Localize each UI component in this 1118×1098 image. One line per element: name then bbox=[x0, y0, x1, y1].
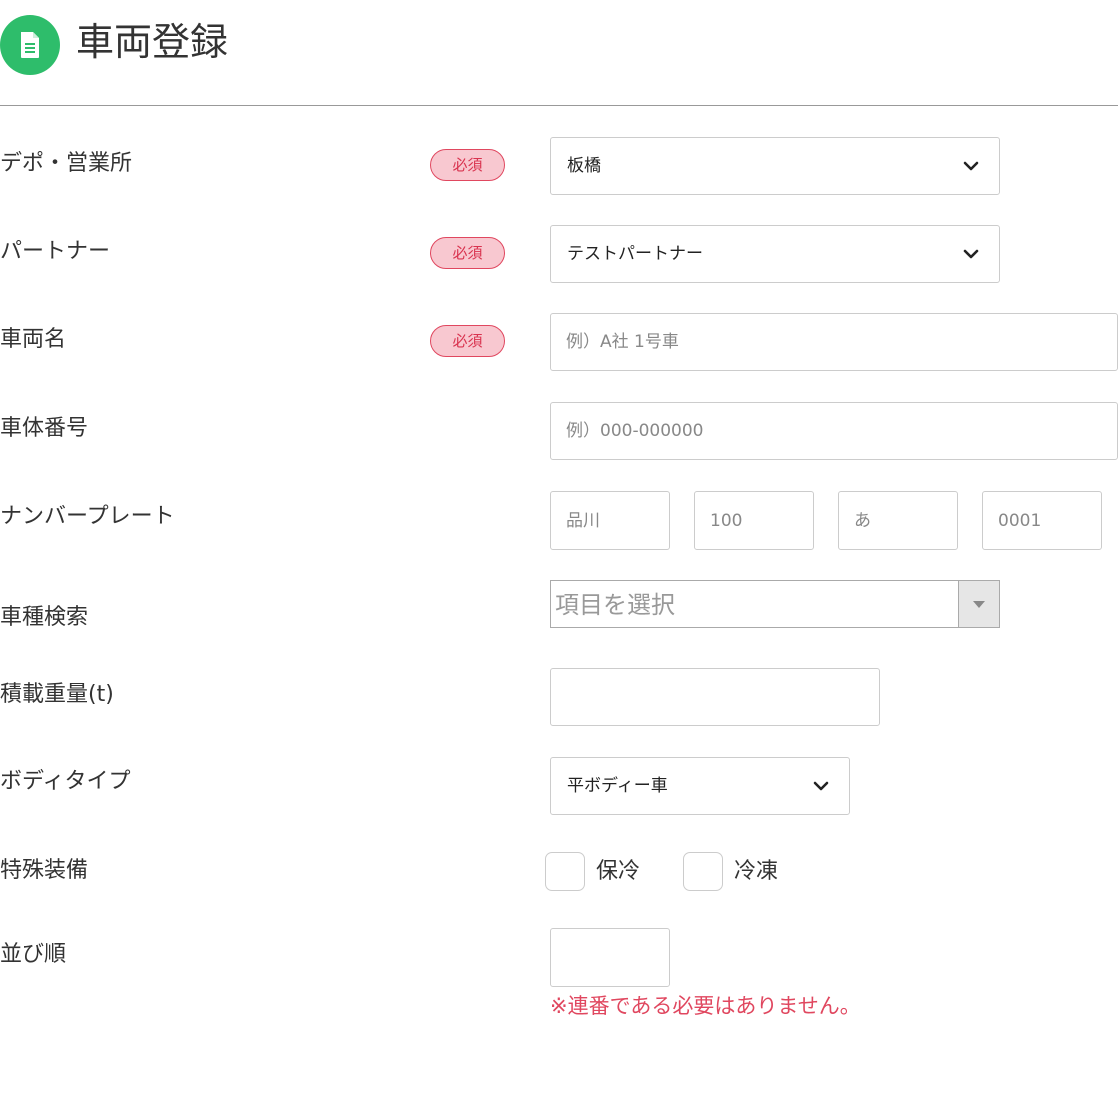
cold-storage-checkbox[interactable] bbox=[545, 852, 585, 891]
caret-down-icon bbox=[973, 601, 985, 608]
chassis-number-input[interactable] bbox=[550, 402, 1118, 460]
load-capacity-label: 積載重量(t) bbox=[0, 682, 114, 707]
chevron-down-icon bbox=[963, 161, 979, 171]
depot-label: デポ・営業所 bbox=[0, 151, 133, 176]
chassis-number-label: 車体番号 bbox=[0, 416, 89, 441]
plate-region-input[interactable] bbox=[550, 491, 670, 550]
document-icon bbox=[0, 15, 60, 75]
sort-order-label: 並び順 bbox=[0, 942, 67, 967]
vehicle-type-placeholder: 項目を選択 bbox=[555, 591, 675, 619]
required-badge: 必須 bbox=[430, 149, 505, 181]
chevron-down-icon bbox=[963, 249, 979, 259]
plate-number-input[interactable] bbox=[982, 491, 1102, 550]
body-type-label: ボディタイプ bbox=[0, 769, 131, 794]
page-title: 車両登録 bbox=[76, 20, 229, 64]
vehicle-name-input[interactable] bbox=[550, 313, 1118, 371]
frozen-label[interactable]: 冷凍 bbox=[734, 857, 778, 887]
frozen-checkbox[interactable] bbox=[683, 852, 723, 891]
depot-select-value: 板橋 bbox=[567, 156, 601, 176]
vehicle-name-label: 車両名 bbox=[0, 327, 67, 352]
sort-order-note: ※連番である必要はありません。 bbox=[550, 994, 861, 1018]
vehicle-type-search-label: 車種検索 bbox=[0, 605, 89, 630]
required-badge: 必須 bbox=[430, 325, 505, 357]
cold-storage-label[interactable]: 保冷 bbox=[596, 857, 640, 887]
body-type-select[interactable]: 平ボディー車 bbox=[550, 757, 850, 815]
special-equipment-label: 特殊装備 bbox=[0, 858, 89, 883]
combobox-toggle[interactable] bbox=[958, 581, 999, 627]
partner-select[interactable]: テストパートナー bbox=[550, 225, 1000, 283]
partner-label: パートナー bbox=[0, 239, 111, 264]
plate-class-input[interactable] bbox=[694, 491, 814, 550]
vehicle-type-combobox[interactable]: 項目を選択 bbox=[550, 580, 1000, 628]
load-capacity-input[interactable] bbox=[550, 668, 880, 726]
body-type-select-value: 平ボディー車 bbox=[567, 776, 668, 796]
depot-select[interactable]: 板橋 bbox=[550, 137, 1000, 195]
partner-select-value: テストパートナー bbox=[567, 244, 703, 264]
plate-kana-input[interactable] bbox=[838, 491, 958, 550]
chevron-down-icon bbox=[813, 781, 829, 791]
license-plate-label: ナンバープレート bbox=[0, 504, 175, 529]
required-badge: 必須 bbox=[430, 237, 505, 269]
page-header: 車両登録 bbox=[0, 0, 1118, 106]
sort-order-input[interactable] bbox=[550, 928, 670, 987]
